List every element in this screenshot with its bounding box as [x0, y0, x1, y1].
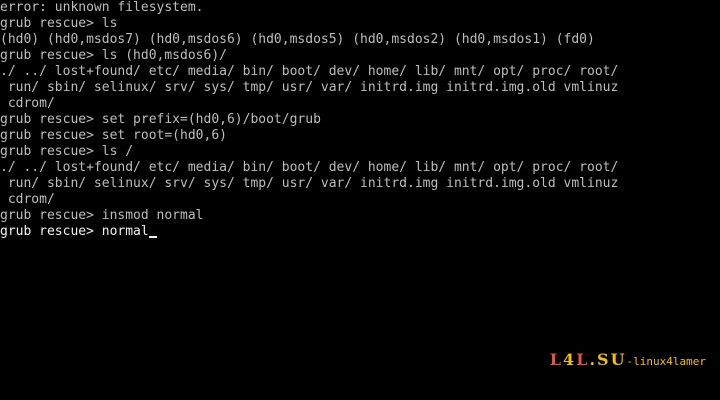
watermark-tagline: -linux4lamer [626, 355, 706, 368]
console-line: error: unknown filesystem. [0, 0, 204, 15]
console-line: grub rescue> ls [0, 16, 118, 31]
console-line: ./ ../ lost+found/ etc/ media/ bin/ boot… [0, 160, 619, 175]
watermark-logo: L4L.SU [550, 350, 627, 369]
command-input[interactable]: normal [102, 224, 149, 239]
watermark-logo-part: L [576, 350, 590, 369]
console-line: cdrom/ [0, 96, 55, 111]
console-line: run/ sbin/ selinux/ srv/ sys/ tmp/ usr/ … [0, 176, 619, 191]
console-line: cdrom/ [0, 192, 55, 207]
console-line: grub rescue> insmod normal [0, 208, 204, 223]
console-line: run/ sbin/ selinux/ srv/ sys/ tmp/ usr/ … [0, 80, 619, 95]
console-line: grub rescue> ls / [0, 144, 134, 159]
watermark-logo-part: .SU [589, 350, 627, 369]
command-input-line[interactable]: grub rescue> normal [0, 224, 720, 240]
terminal-screen[interactable]: error: unknown filesystem. grub rescue> … [0, 0, 720, 400]
watermark: L4L.SU-linux4lamer [550, 350, 706, 370]
watermark-logo-part: L [549, 350, 564, 369]
console-line: grub rescue> set prefix=(hd0,6)/boot/gru… [0, 112, 321, 127]
console-line: ./ ../ lost+found/ etc/ media/ bin/ boot… [0, 64, 619, 79]
grub-rescue-console[interactable]: error: unknown filesystem. grub rescue> … [0, 0, 720, 240]
command-prompt: grub rescue> [0, 224, 102, 239]
text-cursor [148, 236, 157, 238]
console-line: grub rescue> set root=(hd0,6) [0, 128, 227, 143]
watermark-logo-part: 4 [563, 350, 577, 369]
console-line: grub rescue> ls (hd0,msdos6)/ [0, 48, 227, 63]
console-line: (hd0) (hd0,msdos7) (hd0,msdos6) (hd0,msd… [0, 32, 595, 47]
